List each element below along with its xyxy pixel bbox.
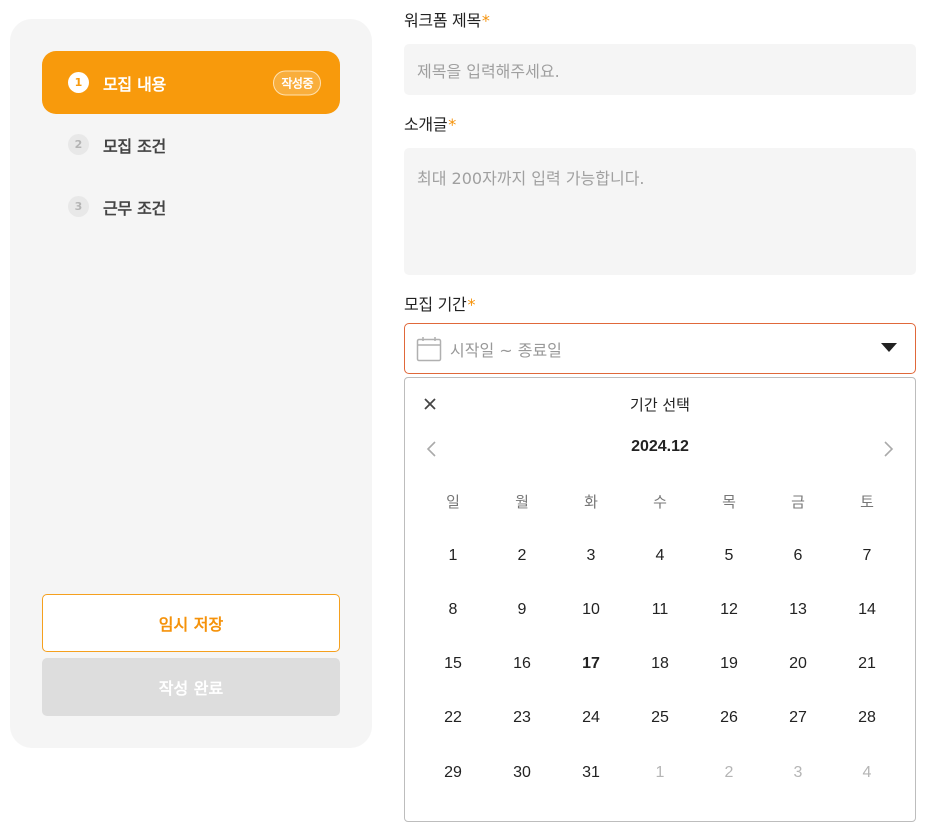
calendar-day[interactable]: 28 [847,709,887,727]
weekday-label: 금 [791,494,805,511]
calendar-day[interactable]: 20 [778,655,818,673]
calendar-day-next-month[interactable]: 1 [640,764,680,782]
calendar-day[interactable]: 7 [847,547,887,565]
required-mark: * [481,11,490,30]
calendar-day[interactable]: 26 [709,709,749,727]
calendar-day[interactable]: 5 [709,547,749,565]
title-input[interactable]: 제목을 입력해주세요. [404,44,916,95]
calendar-day[interactable]: 19 [709,655,749,673]
calendar-day[interactable]: 25 [640,709,680,727]
required-mark: * [467,295,476,314]
calendar-day[interactable]: 31 [571,764,611,782]
calendar-day[interactable]: 12 [709,601,749,619]
step-label: 모집 조건 [103,136,166,156]
required-mark: * [448,115,456,134]
complete-button: 작성 완료 [42,658,340,716]
step-label: 근무 조건 [103,198,166,218]
calendar-day[interactable]: 27 [778,709,818,727]
status-badge: 작성중 [273,70,321,95]
calendar-day[interactable]: 10 [571,601,611,619]
calendar-day[interactable]: 6 [778,547,818,565]
weekday-label: 토 [860,494,874,511]
calendar-day[interactable]: 22 [433,709,473,727]
weekday-label: 목 [722,494,736,511]
calendar-day[interactable]: 16 [502,655,542,673]
calendar-day[interactable]: 3 [571,547,611,565]
calendar-day[interactable]: 9 [502,601,542,619]
current-month: 2024.12 [631,438,689,455]
step-sidebar: 1 모집 내용 작성중 2 모집 조건 3 근무 조건 임시 저장 작성 완료 [10,19,372,748]
step-item-2[interactable]: 2 모집 조건 [42,113,340,176]
calendar-day[interactable]: 30 [502,764,542,782]
step-number: 3 [68,196,89,217]
calendar-day[interactable]: 15 [433,655,473,673]
intro-label: 소개글* [404,111,456,135]
intro-label-text: 소개글 [404,115,448,134]
date-range-picker: 기간 선택 2024.12 일 월 화 수 목 금 토 1 2 3 4 5 6 7 8 9 10 11 12 13 14… [404,377,916,822]
step-number: 2 [68,134,89,155]
caret-down-icon [881,343,897,352]
step-item-3[interactable]: 3 근무 조건 [42,175,340,238]
calendar-day[interactable]: 4 [640,547,680,565]
step-label: 모집 내용 [103,74,166,94]
temp-save-button[interactable]: 임시 저장 [42,594,340,652]
calendar-day[interactable]: 29 [433,764,473,782]
chevron-right-icon[interactable] [881,440,895,458]
title-label: 워크폼 제목* [404,7,490,31]
period-select[interactable]: 시작일 ~ 종료일 [404,323,916,374]
weekday-label: 수 [653,494,667,511]
calendar-day[interactable]: 14 [847,601,887,619]
step-item-1[interactable]: 1 모집 내용 작성중 [42,51,340,114]
calendar-day[interactable]: 8 [433,601,473,619]
period-placeholder: 시작일 ~ 종료일 [450,340,562,360]
calendar-day-next-month[interactable]: 3 [778,764,818,782]
app-root: 1 모집 내용 작성중 2 모집 조건 3 근무 조건 임시 저장 작성 완료 … [0,0,944,824]
weekday-label: 일 [446,494,460,511]
step-number: 1 [68,72,89,93]
period-label: 모집 기간* [404,291,475,315]
calendar-day[interactable]: 18 [640,655,680,673]
period-label-text: 모집 기간 [404,295,467,314]
title-label-text: 워크폼 제목 [404,11,481,30]
calendar-day-next-month[interactable]: 4 [847,764,887,782]
picker-title: 기간 선택 [630,396,690,414]
calendar-day[interactable]: 24 [571,709,611,727]
weekday-label: 화 [584,494,598,511]
calendar-day[interactable]: 2 [502,547,542,565]
calendar-icon [416,336,442,361]
calendar-day[interactable]: 1 [433,547,473,565]
weekday-label: 월 [515,494,529,511]
intro-textarea[interactable]: 최대 200자까지 입력 가능합니다. [404,148,916,275]
calendar-day[interactable]: 11 [640,601,680,619]
calendar-day[interactable]: 13 [778,601,818,619]
calendar-day[interactable]: 21 [847,655,887,673]
calendar-day[interactable]: 23 [502,709,542,727]
calendar-day-next-month[interactable]: 2 [709,764,749,782]
calendar-day[interactable]: 17 [571,655,611,673]
